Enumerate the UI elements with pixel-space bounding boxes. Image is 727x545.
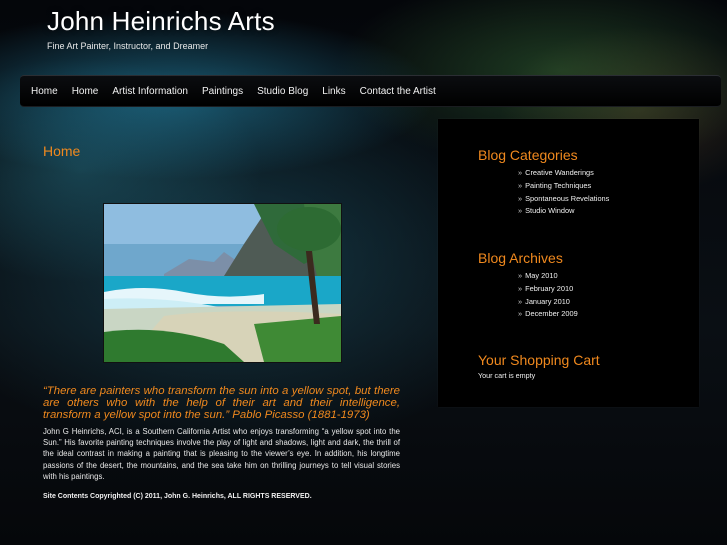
bullet-icon: » [518, 168, 523, 177]
bullet-icon: » [518, 283, 523, 293]
blog-categories-heading: Blog Categories [478, 147, 578, 163]
shopping-cart-heading: Your Shopping Cart [478, 352, 600, 368]
nav-item-studio-blog[interactable]: Studio Blog [257, 86, 308, 97]
category-label: Spontaneous Revelations [525, 193, 610, 203]
nav-item-home-2[interactable]: Home [72, 86, 99, 97]
nav-item-contact-the-artist[interactable]: Contact the Artist [360, 86, 436, 97]
archive-item[interactable]: » May 2010 [518, 270, 578, 283]
bullet-icon: » [518, 296, 523, 306]
page-title: Home [43, 143, 81, 159]
nav-item-artist-information[interactable]: Artist Information [112, 86, 188, 97]
blog-categories-list: » Creative Wanderings » Painting Technique… [518, 167, 609, 218]
category-label: Painting Techniques [525, 180, 592, 190]
bullet-icon: » [518, 180, 523, 190]
bullet-icon: » [518, 309, 523, 319]
cart-status: Your cart is empty [478, 371, 536, 380]
blog-archives-heading: Blog Archives [478, 250, 563, 266]
archive-item[interactable]: » February 2010 [518, 283, 578, 296]
archive-label: May 2010 [525, 271, 558, 280]
archive-label: February 2010 [525, 283, 574, 293]
featured-painting [103, 203, 342, 363]
bullet-icon: » [518, 206, 523, 216]
picasso-quote: “There are painters who transform the su… [43, 385, 400, 421]
archive-item[interactable]: » December 2009 [518, 308, 578, 321]
site-title[interactable]: John Heinrichs Arts [47, 6, 275, 37]
category-item[interactable]: » Spontaneous Revelations [518, 193, 609, 206]
category-label: Creative Wanderings [525, 168, 594, 177]
bullet-icon: » [518, 271, 523, 280]
artist-bio: John G Heinrichs, ACI, is a Southern Cal… [43, 427, 400, 481]
nav-item-paintings[interactable]: Paintings [202, 86, 243, 97]
category-item[interactable]: » Studio Window [518, 205, 609, 218]
archive-item[interactable]: » January 2010 [518, 296, 578, 309]
bullet-icon: » [518, 193, 523, 203]
main-navigation: Home Home Artist Information Paintings S… [20, 75, 721, 107]
blog-archives-list: » May 2010 » February 2010 » January 2010 »… [518, 270, 578, 321]
sidebar: Blog Categories » Creative Wanderings » Pa… [438, 119, 699, 407]
category-item[interactable]: » Creative Wanderings [518, 167, 609, 180]
nav-item-links[interactable]: Links [322, 86, 345, 97]
category-item[interactable]: » Painting Techniques [518, 180, 609, 193]
category-label: Studio Window [525, 206, 575, 216]
nav-item-home[interactable]: Home [31, 86, 58, 97]
site-tagline: Fine Art Painter, Instructor, and Dreame… [47, 41, 209, 51]
copyright-notice: Site Contents Copyrighted (C) 2011, John… [43, 493, 312, 500]
archive-label: December 2009 [525, 309, 578, 319]
archive-label: January 2010 [525, 296, 570, 306]
